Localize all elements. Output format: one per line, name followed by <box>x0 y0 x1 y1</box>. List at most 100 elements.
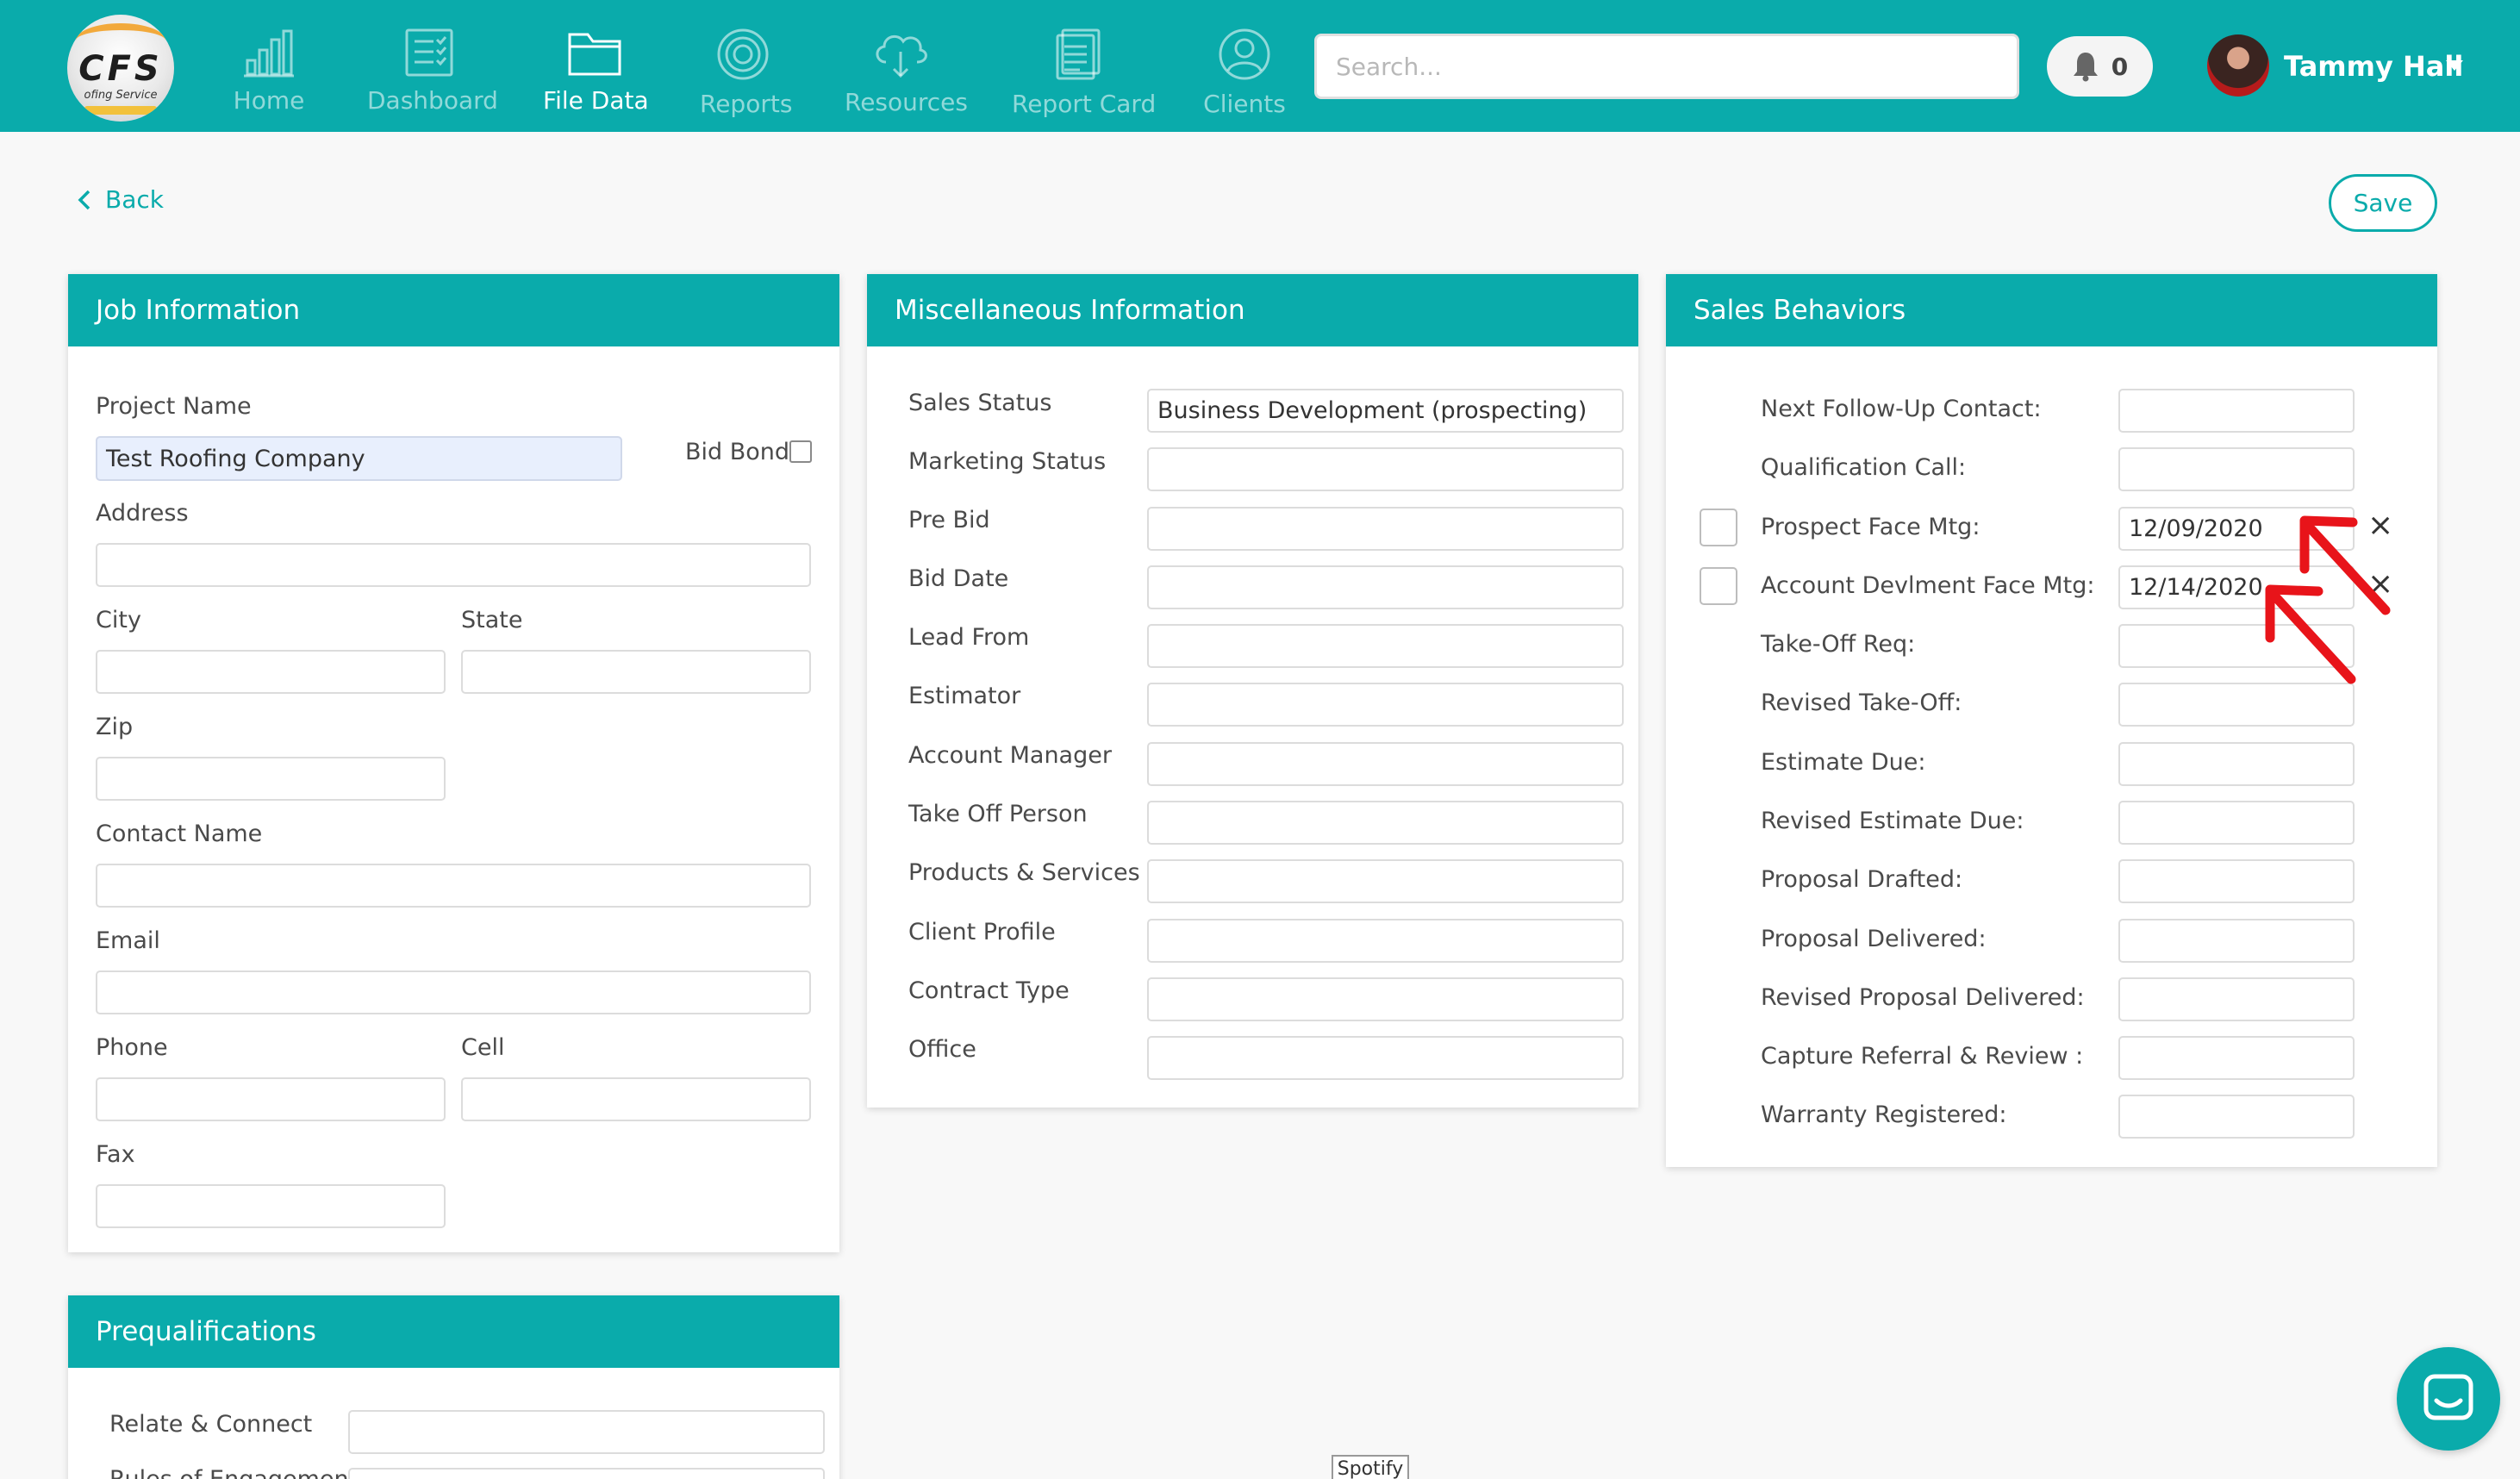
nav-dashboard[interactable]: Dashboard <box>367 28 498 122</box>
field-label: Rules of Engagement <box>109 1466 358 1479</box>
nav-file-data-label: File Data <box>543 86 649 115</box>
spotify-tooltip: Spotify <box>1332 1455 1409 1479</box>
field-label: Capture Referral & Review : <box>1761 1043 2084 1070</box>
zip-field[interactable] <box>96 757 446 801</box>
take-off-person-field[interactable] <box>1147 801 1624 845</box>
field-label: Take-Off Req: <box>1761 631 1916 658</box>
avatar[interactable] <box>2207 34 2269 97</box>
nav-dashboard-label: Dashboard <box>367 86 498 115</box>
document-icon <box>1056 28 1101 80</box>
cell-field[interactable] <box>461 1077 811 1121</box>
chat-icon <box>2423 1374 2473 1420</box>
company-logo[interactable]: CFS ofing Service <box>67 15 174 122</box>
nav-file-data[interactable]: File Data <box>543 28 649 122</box>
field-label: Products & Services <box>908 859 1140 886</box>
marketing-status-field[interactable] <box>1147 447 1624 491</box>
nav-reports-label: Reports <box>700 90 793 118</box>
chat-launcher-button[interactable] <box>2397 1347 2500 1451</box>
checklist-icon <box>405 28 453 77</box>
field-label: Client Profile <box>908 919 1056 945</box>
back-link[interactable]: Back <box>78 185 164 214</box>
field-label: Office <box>908 1036 976 1063</box>
field-label: Account Manager <box>908 742 1112 769</box>
user-circle-icon <box>1219 28 1270 80</box>
account-devlment-face-mtg-checkbox[interactable] <box>1700 567 1737 605</box>
products-services-field[interactable] <box>1147 859 1624 903</box>
field-label: Bid Date <box>908 565 1009 592</box>
nav-resources[interactable]: Resources <box>845 28 968 122</box>
proposal-delivered-field[interactable] <box>2118 919 2355 963</box>
search-input[interactable] <box>1314 34 2019 99</box>
nav-report-card[interactable]: Report Card <box>1012 28 1156 122</box>
contact-name-label: Contact Name <box>96 821 263 847</box>
nav-home[interactable]: Home <box>226 28 312 122</box>
nav-reports[interactable]: Reports <box>700 28 793 122</box>
contact-name-field[interactable] <box>96 864 811 908</box>
field-label: Contract Type <box>908 977 1070 1004</box>
field-label: Next Follow-Up Contact: <box>1761 396 2042 422</box>
phone-label: Phone <box>96 1034 168 1061</box>
field-label: Estimator <box>908 683 1021 709</box>
warranty-registered-field[interactable] <box>2118 1095 2355 1139</box>
field-label: Revised Estimate Due: <box>1761 808 2024 834</box>
field-label: Lead From <box>908 624 1030 651</box>
capture-referral-review-field[interactable] <box>2118 1036 2355 1080</box>
notifications-button[interactable]: 0 <box>2047 36 2153 97</box>
prospect-face-mtg-checkbox[interactable] <box>1700 509 1737 546</box>
email-field[interactable] <box>96 970 811 1014</box>
lead-from-field[interactable] <box>1147 624 1624 668</box>
contract-type-field[interactable] <box>1147 977 1624 1021</box>
project-name-field[interactable]: Test Roofing Company <box>96 436 622 481</box>
state-label: State <box>461 607 523 633</box>
estimate-due-field[interactable] <box>2118 742 2355 786</box>
panel-title: Prequalifications <box>68 1295 839 1368</box>
field-label: Warranty Registered: <box>1761 1101 2007 1128</box>
chevron-down-icon[interactable] <box>2446 60 2463 71</box>
field-label: Relate & Connect <box>109 1411 313 1438</box>
revised-estimate-due-field[interactable] <box>2118 801 2355 845</box>
save-button[interactable]: Save <box>2329 174 2437 232</box>
field-label: Sales Status <box>908 390 1052 416</box>
user-name[interactable]: Tammy Hall <box>2284 50 2463 83</box>
office-field[interactable] <box>1147 1036 1624 1080</box>
state-field[interactable] <box>461 650 811 694</box>
field-label: Proposal Drafted: <box>1761 866 1963 893</box>
account-manager-field[interactable] <box>1147 742 1624 786</box>
client-profile-field[interactable] <box>1147 919 1624 963</box>
chevron-left-icon <box>78 190 90 209</box>
nav-clients-label: Clients <box>1203 90 1286 118</box>
pre-bid-field[interactable] <box>1147 507 1624 551</box>
back-label: Back <box>105 185 164 214</box>
rules-of-engagement-field[interactable] <box>348 1468 825 1479</box>
job-information-panel: Job Information Project Name Test Roofin… <box>68 274 839 1252</box>
annotation-arrow-icon <box>2265 584 2356 684</box>
panel-title: Job Information <box>68 274 839 346</box>
sales-status-field[interactable]: Business Development (prospecting) <box>1147 389 1624 433</box>
city-field[interactable] <box>96 650 446 694</box>
address-field[interactable] <box>96 543 811 587</box>
estimator-field[interactable] <box>1147 683 1624 727</box>
proposal-drafted-field[interactable] <box>2118 859 2355 903</box>
phone-field[interactable] <box>96 1077 446 1121</box>
email-label: Email <box>96 927 160 954</box>
panel-title: Sales Behaviors <box>1666 274 2437 346</box>
relate-connect-field[interactable] <box>348 1410 825 1454</box>
field-label: Revised Take-Off: <box>1761 690 1962 716</box>
revised-proposal-delivered-field[interactable] <box>2118 977 2355 1021</box>
bid-date-field[interactable] <box>1147 565 1624 609</box>
notification-count: 0 <box>2111 52 2129 81</box>
bid-bond-checkbox[interactable] <box>789 440 812 463</box>
nav-clients[interactable]: Clients <box>1201 28 1288 122</box>
fax-field[interactable] <box>96 1184 446 1228</box>
top-navigation-bar: CFS ofing Service Home Dashboard File Da… <box>0 0 2520 132</box>
qualification-call-field[interactable] <box>2118 447 2355 491</box>
next-follow-up-field[interactable] <box>2118 389 2355 433</box>
fax-label: Fax <box>96 1141 135 1168</box>
logo-subtext: ofing Service <box>84 89 158 102</box>
nav-resources-label: Resources <box>845 88 968 116</box>
bar-chart-icon <box>244 29 294 78</box>
logo-text: CFS <box>78 49 163 89</box>
field-label: Proposal Delivered: <box>1761 926 1987 952</box>
cloud-download-icon <box>876 34 927 78</box>
bell-icon <box>2073 53 2098 82</box>
